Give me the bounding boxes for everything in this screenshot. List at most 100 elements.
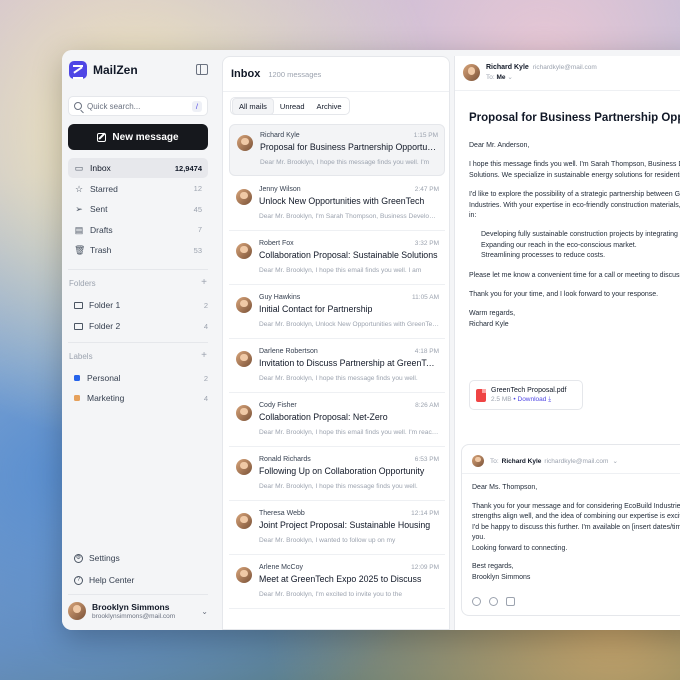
inbox-header: Inbox 1200 messages bbox=[231, 68, 321, 80]
emoji-icon[interactable] bbox=[472, 597, 481, 606]
mail-subject: Joint Project Proposal: Sustainable Hous… bbox=[259, 520, 431, 530]
to-label: To: bbox=[486, 74, 495, 81]
compose-icon bbox=[97, 132, 107, 142]
gear-icon: ⚙ bbox=[74, 553, 83, 563]
body-greeting: Dear Mr. Anderson, bbox=[469, 142, 530, 149]
message-count: 1200 messages bbox=[268, 70, 322, 79]
label-name: Marketing bbox=[87, 393, 125, 403]
nav-item-drafts[interactable]: ▤ Drafts 7 bbox=[68, 220, 208, 240]
reply-body[interactable]: Dear Ms. Thompson, Thank you for your me… bbox=[472, 483, 680, 591]
sidebar: MailZen / New message ▭ Inbox 12,9474 ☆ … bbox=[62, 50, 222, 630]
settings-label: Settings bbox=[89, 553, 120, 563]
mail-list-item[interactable]: Arlene McCoy 12:09 PM Meet at GreenTech E… bbox=[229, 557, 445, 609]
mail-list-item[interactable]: Theresa Webb 12:14 PM Joint Project Propo… bbox=[229, 503, 445, 555]
avatar bbox=[463, 64, 480, 81]
attachment-icon[interactable] bbox=[489, 597, 498, 606]
avatar bbox=[236, 297, 252, 313]
body-paragraph: I'd like to explore the possibility of a… bbox=[469, 191, 680, 199]
trash-icon: 🗑 bbox=[74, 245, 86, 256]
folder-item-2[interactable]: Folder 2 4 bbox=[74, 321, 208, 331]
to-value: Me bbox=[496, 74, 506, 81]
nav-item-count: 12 bbox=[193, 184, 202, 194]
mail-list-item[interactable]: Robert Fox 3:32 PM Collaboration Proposal… bbox=[229, 233, 445, 285]
folder-count: 2 bbox=[203, 300, 208, 310]
nav-item-starred[interactable]: ☆ Starred 12 bbox=[68, 179, 208, 199]
brand: MailZen bbox=[69, 61, 138, 79]
download-link[interactable]: Download bbox=[518, 396, 547, 403]
mail-list-item[interactable]: Richard Kyle 1:15 PM Proposal for Busines… bbox=[229, 124, 445, 176]
download-icon[interactable]: ⤓ bbox=[548, 396, 551, 403]
nav-item-inbox[interactable]: ▭ Inbox 12,9474 bbox=[68, 158, 208, 178]
mail-list-item[interactable]: Guy Hawkins 11:05 AM Initial Contact for … bbox=[229, 287, 445, 339]
label-color-dot bbox=[74, 395, 80, 401]
divider bbox=[68, 269, 208, 270]
mail-sender: Guy Hawkins bbox=[259, 294, 301, 301]
attachment-separator: • bbox=[513, 395, 516, 403]
add-folder-icon[interactable]: + bbox=[201, 278, 207, 288]
avatar bbox=[236, 513, 252, 529]
nav-item-sent[interactable]: ➢ Sent 45 bbox=[68, 199, 208, 219]
mail-preview: Dear Mr. Brooklyn, I hope this email fin… bbox=[259, 267, 422, 274]
mail-subject: Meet at GreenTech Expo 2025 to Discuss bbox=[259, 574, 422, 584]
chevron-down-icon[interactable]: ⌄ bbox=[612, 457, 617, 465]
mail-list-item[interactable]: Cody Fisher 8:26 AM Collaboration Proposa… bbox=[229, 395, 445, 447]
mail-list-item[interactable]: Jenny Wilson 2:47 PM Unlock New Opportuni… bbox=[229, 179, 445, 231]
tab-unread[interactable]: Unread bbox=[274, 99, 311, 114]
message-header: Richard Kyle richardkyle@mail.com To: Me … bbox=[463, 64, 597, 81]
tab-all-mails[interactable]: All mails bbox=[232, 97, 274, 115]
folder-item-1[interactable]: Folder 1 2 bbox=[74, 300, 208, 310]
divider bbox=[462, 473, 680, 474]
inbox-panel: Inbox 1200 messages All mails Unread Arc… bbox=[222, 56, 450, 630]
mail-list-item[interactable]: Darlene Robertson 4:18 PM Invitation to D… bbox=[229, 341, 445, 393]
mail-subject: Following Up on Collaboration Opportunit… bbox=[259, 466, 425, 476]
settings-link[interactable]: ⚙ Settings bbox=[74, 553, 120, 563]
nav-item-trash[interactable]: 🗑 Trash 53 bbox=[68, 240, 208, 260]
sender-email: richardkyle@mail.com bbox=[532, 64, 597, 71]
sidebar-toggle-icon[interactable] bbox=[196, 64, 208, 75]
new-message-button[interactable]: New message bbox=[68, 124, 208, 150]
avatar bbox=[236, 567, 252, 583]
avatar bbox=[236, 243, 252, 259]
folder-icon bbox=[74, 301, 83, 309]
divider bbox=[68, 342, 208, 343]
body-list: Developing fully sustainable constructio… bbox=[481, 230, 680, 261]
reply-to-name: Richard Kyle bbox=[501, 457, 542, 465]
send-icon: ➢ bbox=[75, 204, 83, 215]
folder-label: Folder 1 bbox=[89, 300, 121, 310]
image-icon[interactable] bbox=[506, 597, 515, 606]
mail-subject: Proposal for Business Partnership Opport… bbox=[260, 142, 438, 152]
mail-filter-tabs: All mails Unread Archive bbox=[230, 97, 350, 115]
help-center-link[interactable]: ? Help Center bbox=[74, 575, 134, 585]
reply-line: strengths align well, and the idea of co… bbox=[472, 513, 680, 520]
nav-item-count: 7 bbox=[197, 225, 202, 235]
avatar bbox=[472, 455, 484, 467]
label-count: 2 bbox=[203, 373, 208, 383]
tab-archive[interactable]: Archive bbox=[311, 99, 348, 114]
user-profile-menu[interactable]: Brooklyn Simmons brooklynsimmons@mail.co… bbox=[68, 602, 208, 620]
mail-sender: Theresa Webb bbox=[259, 510, 305, 517]
folders-title: Folders bbox=[69, 279, 96, 288]
mail-list-item[interactable]: Ronald Richards 6:53 PM Following Up on C… bbox=[229, 449, 445, 501]
app-name: MailZen bbox=[93, 63, 138, 77]
search-input[interactable] bbox=[87, 101, 192, 111]
chevron-down-icon[interactable]: ⌄ bbox=[507, 74, 512, 81]
body-closing: Warm regards, bbox=[469, 310, 516, 318]
message-body: Dear Mr. Anderson, I hope this message f… bbox=[469, 141, 680, 339]
mail-subject: Initial Contact for Partnership bbox=[259, 304, 373, 314]
label-item-marketing[interactable]: Marketing 4 bbox=[74, 393, 208, 403]
mail-preview: Dear Mr. Brooklyn, I hope this message f… bbox=[259, 375, 418, 382]
body-paragraph: in: bbox=[469, 212, 477, 220]
divider bbox=[455, 90, 680, 91]
attachment-size: 2.5 MB bbox=[491, 395, 512, 403]
quick-search[interactable]: / bbox=[68, 96, 208, 116]
label-item-personal[interactable]: Personal 2 bbox=[74, 373, 208, 383]
reply-greeting: Dear Ms. Thompson, bbox=[472, 484, 538, 491]
attachment-name: GreenTech Proposal.pdf bbox=[491, 386, 567, 394]
add-label-icon[interactable]: + bbox=[201, 351, 207, 361]
labels-header: Labels + bbox=[69, 351, 207, 362]
folder-count: 4 bbox=[203, 321, 208, 331]
attachment-card[interactable]: GreenTech Proposal.pdf 2.5 MB • Download… bbox=[469, 380, 583, 410]
folder-icon bbox=[74, 322, 83, 330]
reply-composer[interactable]: To: Richard Kyle richardkyle@mail.com ⌄ … bbox=[461, 444, 680, 616]
chevron-down-icon: ⌄ bbox=[201, 606, 208, 616]
